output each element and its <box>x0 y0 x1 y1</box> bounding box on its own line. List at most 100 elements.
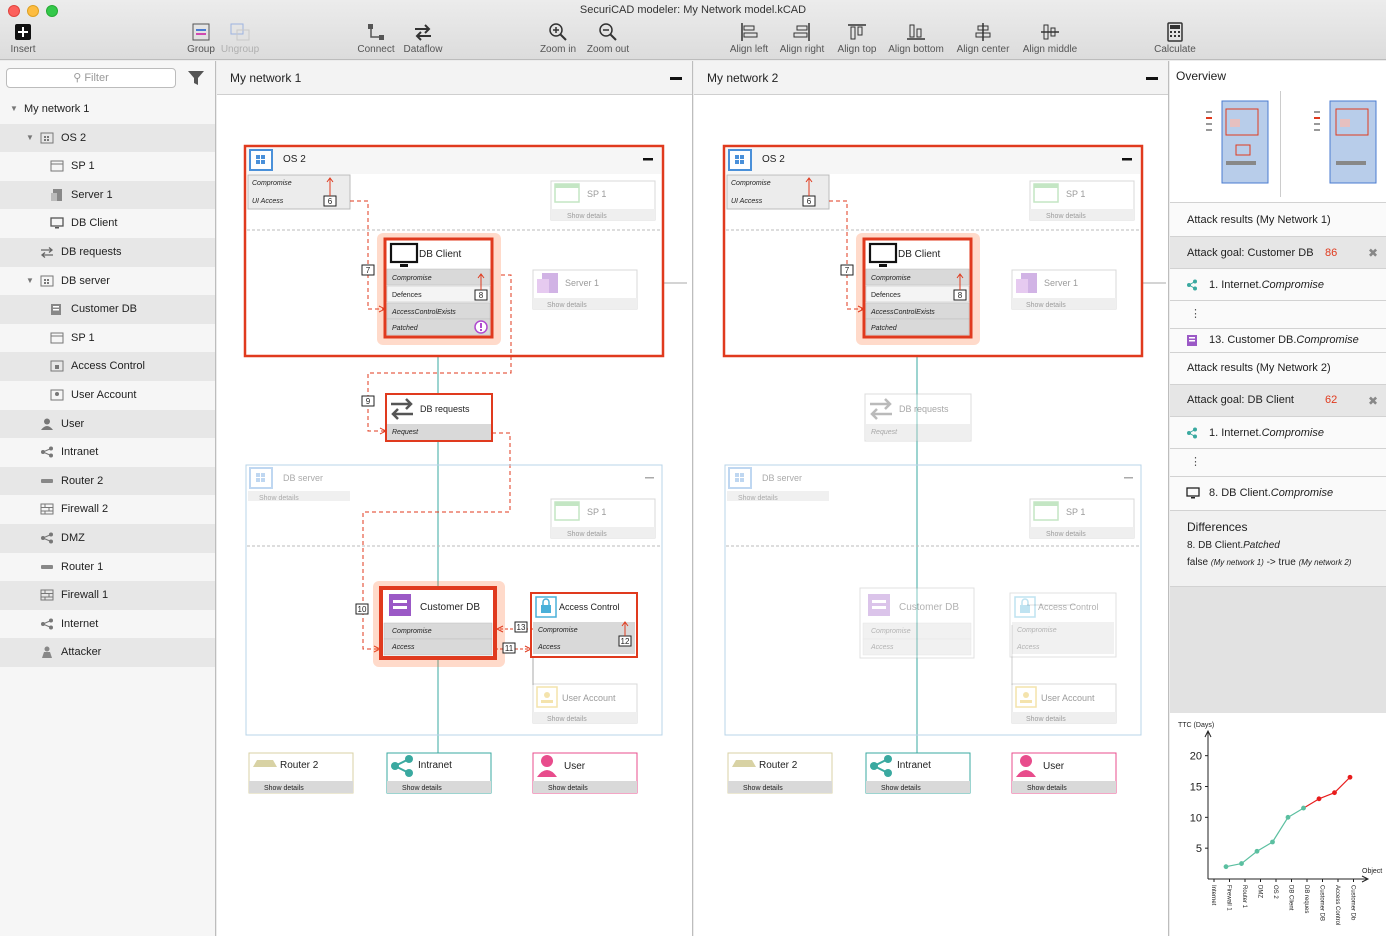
chevron-down-icon[interactable]: ▼ <box>10 95 18 124</box>
collapse-icon[interactable] <box>643 158 653 161</box>
db-requests-node[interactable]: DB requests Request <box>385 393 493 442</box>
collapse-icon[interactable] <box>670 77 682 80</box>
attack-goal-2[interactable]: Attack goal: DB Client 62 ✖ <box>1170 385 1386 417</box>
attack-step-1-first[interactable]: 1. Internet.Compromise <box>1170 269 1386 301</box>
intranet-node[interactable]: Intranet Show details <box>386 752 492 794</box>
sp1b-node[interactable]: SP 1 Show details <box>1029 498 1135 539</box>
data-point <box>1239 861 1244 866</box>
align-top-button[interactable]: Align top <box>835 22 879 55</box>
network-canvas-2[interactable]: OS 2 Compromise UI Access 6 SP 1 Show details… <box>694 61 1169 936</box>
attack-step-label: Access <box>1016 644 1040 651</box>
show-details: Show details <box>547 302 587 309</box>
filter-input[interactable]: ⚲ Filter <box>6 68 176 88</box>
insert-button[interactable]: Insert <box>5 22 41 55</box>
node-title: Server 1 <box>565 278 599 288</box>
close-icon[interactable]: ✖ <box>1368 394 1378 408</box>
chevron-down-icon[interactable]: ▼ <box>26 124 34 153</box>
user-account-node[interactable]: User Account Show details <box>532 683 638 724</box>
show-details: Show details <box>402 785 442 792</box>
attack-step-2-last[interactable]: 8. DB Client.Compromise <box>1170 477 1386 511</box>
collapse-icon[interactable] <box>1124 477 1133 479</box>
access-control-node[interactable]: Access Control Compromise Access 12 <box>530 592 638 658</box>
sidebar-item-access-control[interactable]: Access Control <box>0 352 215 381</box>
pane-header-2: My network 2 <box>694 61 1168 95</box>
sidebar-item-server-1[interactable]: Server 1 <box>0 180 215 210</box>
db-client-node[interactable]: DB Client Compromise Defences AccessControl… <box>377 233 501 345</box>
collapse-icon[interactable] <box>645 477 654 479</box>
sidebar-item-router-2[interactable]: Router 2 <box>0 466 215 496</box>
access-control-node[interactable]: Access Control Compromise Access <box>1009 592 1117 658</box>
sidebar-item-attacker[interactable]: Attacker <box>0 638 215 667</box>
user-node[interactable]: User Show details <box>532 752 638 794</box>
account-icon <box>536 686 558 708</box>
sidebar-item-label: DB requests <box>61 245 122 258</box>
server1-node[interactable]: Server 1 Show details <box>532 269 638 310</box>
customer-db-node[interactable]: Customer DB Compromise Access <box>373 581 505 667</box>
align-bottom-button[interactable]: Align bottom <box>885 22 947 55</box>
attack-step-2-first[interactable]: 1. Internet.Compromise <box>1170 417 1386 449</box>
sidebar-item-user-account[interactable]: User Account <box>0 381 215 410</box>
sidebar-item-firewall-1[interactable]: Firewall 1 <box>0 581 215 610</box>
sidebar-item-os-2[interactable]: ▼ OS 2 <box>0 123 215 153</box>
chevron-down-icon[interactable]: ▼ <box>26 267 34 296</box>
sidebar-item-firewall-2[interactable]: Firewall 2 <box>0 495 215 524</box>
sp1-node[interactable]: SP 1 Show details <box>550 180 656 221</box>
sidebar-item-label: DB server <box>61 274 110 287</box>
router2-node[interactable]: Router 2 Show details <box>727 752 833 794</box>
attack-step-2-first-label: 1. Internet.Compromise <box>1209 427 1324 439</box>
overview-minimap[interactable] <box>1170 89 1386 201</box>
attack-goal-1[interactable]: Attack goal: Customer DB 86 ✖ <box>1170 237 1386 269</box>
sidebar-item-db-server[interactable]: ▼ DB server <box>0 267 215 296</box>
difference-item[interactable]: 8. DB Client.Patched <box>1187 540 1280 551</box>
align-center-button[interactable]: Align center <box>954 22 1012 55</box>
data-point <box>1223 864 1229 870</box>
align-left-button[interactable]: Align left <box>728 22 770 55</box>
funnel-icon[interactable] <box>187 69 205 87</box>
zoom-in-button[interactable]: Zoom in <box>538 22 578 55</box>
y-tick-label: 15 <box>1190 782 1202 794</box>
sidebar-item-my-network-1[interactable]: ▼ My network 1 <box>0 95 215 124</box>
attack-steps-2-ellipsis[interactable]: ⋮ <box>1170 449 1386 477</box>
attack-steps-1-ellipsis[interactable]: ⋮ <box>1170 301 1386 329</box>
sp1b-node[interactable]: SP 1 Show details <box>550 498 656 539</box>
align-middle-button[interactable]: Align middle <box>1020 22 1080 55</box>
db-client-node[interactable]: DB Client Compromise Defences AccessControl… <box>856 233 980 345</box>
router2-node[interactable]: Router 2 Show details <box>248 752 354 794</box>
intranet-node[interactable]: Intranet Show details <box>865 752 971 794</box>
sidebar-item-db-requests[interactable]: DB requests <box>0 237 215 267</box>
group-button[interactable]: Group <box>186 22 216 55</box>
dataflow-button[interactable]: Dataflow <box>402 22 444 55</box>
user-account-node[interactable]: User Account Show details <box>1011 683 1117 724</box>
collapse-icon[interactable] <box>1146 77 1158 80</box>
db-requests-node[interactable]: DB requests Request <box>864 393 972 442</box>
attack-results-2-header: Attack results (My Network 2) <box>1170 353 1386 385</box>
sidebar-item-intranet[interactable]: Intranet <box>0 438 215 467</box>
sidebar-item-user[interactable]: User <box>0 409 215 439</box>
attack-goal-1-label: Attack goal: Customer DB <box>1187 247 1314 259</box>
vertical-ellipsis-icon: ⋮ <box>1190 308 1201 320</box>
calculate-button[interactable]: Calculate <box>1152 22 1198 55</box>
network-canvas-1[interactable]: OS 2 Compromise UI Access 6 SP 1 Show details… <box>217 61 693 936</box>
sidebar-item-router-1[interactable]: Router 1 <box>0 553 215 582</box>
step-badge-number: 7 <box>366 266 371 275</box>
server1-node[interactable]: Server 1 Show details <box>1011 269 1117 310</box>
align-right-button[interactable]: Align right <box>778 22 826 55</box>
sidebar-item-sp-1[interactable]: SP 1 <box>0 324 215 353</box>
sp1-node[interactable]: SP 1 Show details <box>1029 180 1135 221</box>
sidebar-item-dmz[interactable]: DMZ <box>0 523 215 553</box>
window-toolbar: SecuriCAD modeler: My Network model.kCAD… <box>0 0 1386 60</box>
zoom-out-button[interactable]: Zoom out <box>585 22 631 55</box>
sidebar-item-internet[interactable]: Internet <box>0 610 215 639</box>
attack-step-label: Compromise <box>1017 627 1057 634</box>
x-tick-label: Customer Db <box>1350 885 1356 921</box>
sidebar-item-customer-db[interactable]: Customer DB <box>0 295 215 324</box>
ungroup-button[interactable]: Ungroup <box>220 22 260 55</box>
collapse-icon[interactable] <box>1122 158 1132 161</box>
close-icon[interactable]: ✖ <box>1368 246 1378 260</box>
connect-button[interactable]: Connect <box>355 22 397 55</box>
attack-step-1-last[interactable]: 13. Customer DB.Compromise <box>1170 329 1386 353</box>
sidebar-item-sp-1[interactable]: SP 1 <box>0 152 215 181</box>
user-node[interactable]: User Show details <box>1011 752 1117 794</box>
customer-db-node[interactable]: Customer DB Compromise Access <box>859 587 975 659</box>
sidebar-item-db-client[interactable]: DB Client <box>0 209 215 238</box>
